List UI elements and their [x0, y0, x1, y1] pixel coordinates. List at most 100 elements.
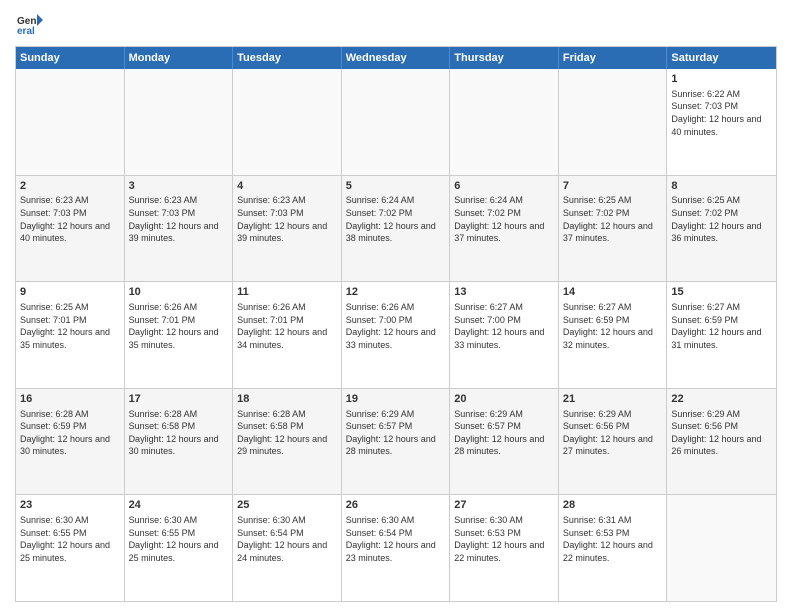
- day-info: Sunrise: 6:22 AM Sunset: 7:03 PM Dayligh…: [671, 88, 772, 138]
- day-info: Sunrise: 6:27 AM Sunset: 7:00 PM Dayligh…: [454, 301, 554, 351]
- day-info: Sunrise: 6:28 AM Sunset: 6:59 PM Dayligh…: [20, 408, 120, 458]
- day-number: 12: [346, 285, 446, 300]
- day-info: Sunrise: 6:25 AM Sunset: 7:02 PM Dayligh…: [671, 194, 772, 244]
- empty-cell: [559, 69, 668, 175]
- day-info: Sunrise: 6:27 AM Sunset: 6:59 PM Dayligh…: [563, 301, 663, 351]
- calendar: SundayMondayTuesdayWednesdayThursdayFrid…: [15, 46, 777, 602]
- header-day-saturday: Saturday: [667, 47, 776, 69]
- empty-cell: [342, 69, 451, 175]
- day-number: 15: [671, 285, 772, 300]
- header-day-sunday: Sunday: [16, 47, 125, 69]
- day-number: 11: [237, 285, 337, 300]
- day-number: 26: [346, 498, 446, 513]
- empty-cell: [125, 69, 234, 175]
- empty-cell: [450, 69, 559, 175]
- day-number: 13: [454, 285, 554, 300]
- day-info: Sunrise: 6:26 AM Sunset: 7:01 PM Dayligh…: [129, 301, 229, 351]
- day-number: 28: [563, 498, 663, 513]
- logo-icon: Gen eral: [15, 10, 43, 38]
- day-cell-3: 3Sunrise: 6:23 AM Sunset: 7:03 PM Daylig…: [125, 176, 234, 282]
- day-cell-14: 14Sunrise: 6:27 AM Sunset: 6:59 PM Dayli…: [559, 282, 668, 388]
- day-cell-12: 12Sunrise: 6:26 AM Sunset: 7:00 PM Dayli…: [342, 282, 451, 388]
- day-number: 2: [20, 179, 120, 194]
- day-cell-23: 23Sunrise: 6:30 AM Sunset: 6:55 PM Dayli…: [16, 495, 125, 601]
- svg-text:eral: eral: [17, 26, 35, 37]
- calendar-header: SundayMondayTuesdayWednesdayThursdayFrid…: [16, 47, 776, 69]
- day-number: 3: [129, 179, 229, 194]
- header-day-thursday: Thursday: [450, 47, 559, 69]
- day-cell-24: 24Sunrise: 6:30 AM Sunset: 6:55 PM Dayli…: [125, 495, 234, 601]
- day-cell-6: 6Sunrise: 6:24 AM Sunset: 7:02 PM Daylig…: [450, 176, 559, 282]
- logo: Gen eral: [15, 10, 47, 38]
- week-row-0: 1Sunrise: 6:22 AM Sunset: 7:03 PM Daylig…: [16, 69, 776, 175]
- day-cell-16: 16Sunrise: 6:28 AM Sunset: 6:59 PM Dayli…: [16, 389, 125, 495]
- day-cell-25: 25Sunrise: 6:30 AM Sunset: 6:54 PM Dayli…: [233, 495, 342, 601]
- day-number: 24: [129, 498, 229, 513]
- day-info: Sunrise: 6:30 AM Sunset: 6:55 PM Dayligh…: [20, 514, 120, 564]
- day-cell-20: 20Sunrise: 6:29 AM Sunset: 6:57 PM Dayli…: [450, 389, 559, 495]
- day-number: 8: [671, 179, 772, 194]
- empty-cell: [667, 495, 776, 601]
- day-number: 27: [454, 498, 554, 513]
- day-cell-17: 17Sunrise: 6:28 AM Sunset: 6:58 PM Dayli…: [125, 389, 234, 495]
- day-cell-8: 8Sunrise: 6:25 AM Sunset: 7:02 PM Daylig…: [667, 176, 776, 282]
- day-number: 9: [20, 285, 120, 300]
- week-row-1: 2Sunrise: 6:23 AM Sunset: 7:03 PM Daylig…: [16, 175, 776, 282]
- day-cell-26: 26Sunrise: 6:30 AM Sunset: 6:54 PM Dayli…: [342, 495, 451, 601]
- day-info: Sunrise: 6:23 AM Sunset: 7:03 PM Dayligh…: [237, 194, 337, 244]
- week-row-3: 16Sunrise: 6:28 AM Sunset: 6:59 PM Dayli…: [16, 388, 776, 495]
- day-info: Sunrise: 6:30 AM Sunset: 6:54 PM Dayligh…: [346, 514, 446, 564]
- day-cell-13: 13Sunrise: 6:27 AM Sunset: 7:00 PM Dayli…: [450, 282, 559, 388]
- header-day-monday: Monday: [125, 47, 234, 69]
- day-info: Sunrise: 6:24 AM Sunset: 7:02 PM Dayligh…: [346, 194, 446, 244]
- day-number: 21: [563, 392, 663, 407]
- header-day-tuesday: Tuesday: [233, 47, 342, 69]
- day-number: 14: [563, 285, 663, 300]
- day-info: Sunrise: 6:30 AM Sunset: 6:54 PM Dayligh…: [237, 514, 337, 564]
- header-day-friday: Friday: [559, 47, 668, 69]
- day-info: Sunrise: 6:27 AM Sunset: 6:59 PM Dayligh…: [671, 301, 772, 351]
- day-info: Sunrise: 6:24 AM Sunset: 7:02 PM Dayligh…: [454, 194, 554, 244]
- empty-cell: [16, 69, 125, 175]
- day-cell-27: 27Sunrise: 6:30 AM Sunset: 6:53 PM Dayli…: [450, 495, 559, 601]
- day-number: 22: [671, 392, 772, 407]
- day-cell-18: 18Sunrise: 6:28 AM Sunset: 6:58 PM Dayli…: [233, 389, 342, 495]
- calendar-page: Gen eral SundayMondayTuesdayWednesdayThu…: [0, 0, 792, 612]
- day-info: Sunrise: 6:29 AM Sunset: 6:56 PM Dayligh…: [563, 408, 663, 458]
- empty-cell: [233, 69, 342, 175]
- header: Gen eral: [15, 10, 777, 38]
- day-number: 23: [20, 498, 120, 513]
- day-cell-11: 11Sunrise: 6:26 AM Sunset: 7:01 PM Dayli…: [233, 282, 342, 388]
- calendar-body: 1Sunrise: 6:22 AM Sunset: 7:03 PM Daylig…: [16, 69, 776, 601]
- day-number: 1: [671, 72, 772, 87]
- day-cell-15: 15Sunrise: 6:27 AM Sunset: 6:59 PM Dayli…: [667, 282, 776, 388]
- day-info: Sunrise: 6:29 AM Sunset: 6:56 PM Dayligh…: [671, 408, 772, 458]
- day-cell-28: 28Sunrise: 6:31 AM Sunset: 6:53 PM Dayli…: [559, 495, 668, 601]
- day-cell-1: 1Sunrise: 6:22 AM Sunset: 7:03 PM Daylig…: [667, 69, 776, 175]
- day-cell-21: 21Sunrise: 6:29 AM Sunset: 6:56 PM Dayli…: [559, 389, 668, 495]
- header-day-wednesday: Wednesday: [342, 47, 451, 69]
- day-number: 16: [20, 392, 120, 407]
- week-row-2: 9Sunrise: 6:25 AM Sunset: 7:01 PM Daylig…: [16, 281, 776, 388]
- day-info: Sunrise: 6:28 AM Sunset: 6:58 PM Dayligh…: [129, 408, 229, 458]
- day-number: 5: [346, 179, 446, 194]
- day-info: Sunrise: 6:23 AM Sunset: 7:03 PM Dayligh…: [20, 194, 120, 244]
- day-cell-22: 22Sunrise: 6:29 AM Sunset: 6:56 PM Dayli…: [667, 389, 776, 495]
- day-info: Sunrise: 6:26 AM Sunset: 7:00 PM Dayligh…: [346, 301, 446, 351]
- day-cell-5: 5Sunrise: 6:24 AM Sunset: 7:02 PM Daylig…: [342, 176, 451, 282]
- day-cell-7: 7Sunrise: 6:25 AM Sunset: 7:02 PM Daylig…: [559, 176, 668, 282]
- day-info: Sunrise: 6:28 AM Sunset: 6:58 PM Dayligh…: [237, 408, 337, 458]
- day-number: 18: [237, 392, 337, 407]
- day-number: 25: [237, 498, 337, 513]
- day-number: 10: [129, 285, 229, 300]
- day-number: 17: [129, 392, 229, 407]
- day-info: Sunrise: 6:25 AM Sunset: 7:01 PM Dayligh…: [20, 301, 120, 351]
- day-number: 4: [237, 179, 337, 194]
- day-cell-9: 9Sunrise: 6:25 AM Sunset: 7:01 PM Daylig…: [16, 282, 125, 388]
- day-info: Sunrise: 6:29 AM Sunset: 6:57 PM Dayligh…: [454, 408, 554, 458]
- day-number: 20: [454, 392, 554, 407]
- day-cell-4: 4Sunrise: 6:23 AM Sunset: 7:03 PM Daylig…: [233, 176, 342, 282]
- day-info: Sunrise: 6:29 AM Sunset: 6:57 PM Dayligh…: [346, 408, 446, 458]
- day-info: Sunrise: 6:30 AM Sunset: 6:55 PM Dayligh…: [129, 514, 229, 564]
- day-number: 19: [346, 392, 446, 407]
